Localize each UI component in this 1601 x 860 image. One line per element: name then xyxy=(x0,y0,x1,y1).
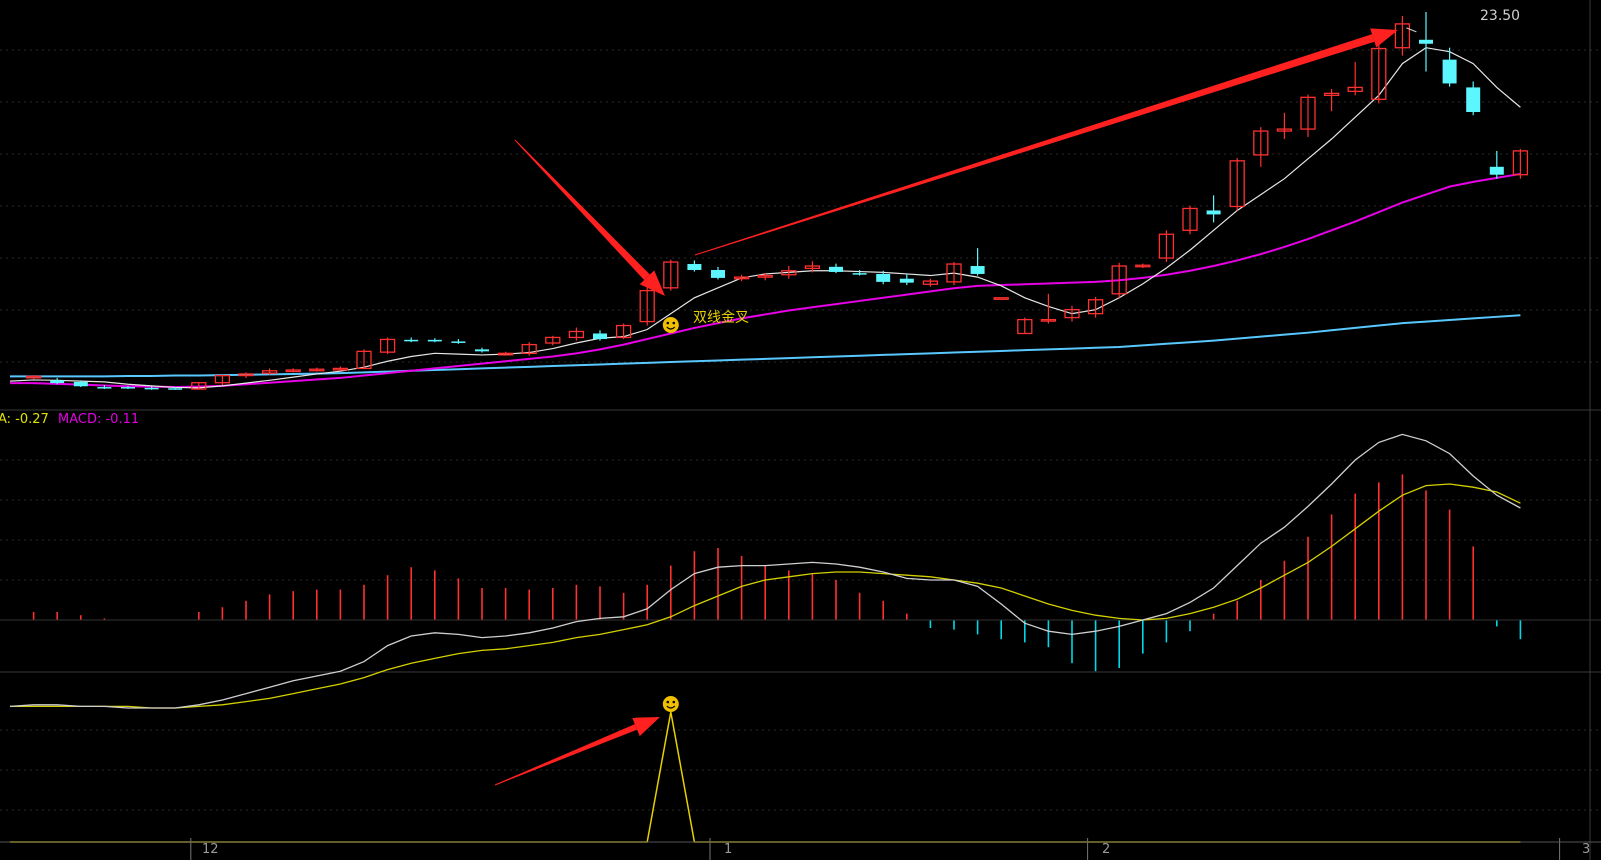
candle-body-down xyxy=(50,380,65,384)
x-tick-label: 2 xyxy=(1102,842,1111,857)
candle-body-down xyxy=(876,273,891,282)
smiley-icon xyxy=(662,696,679,712)
macd-label: MACD: -0.11 xyxy=(58,412,140,427)
candle-body-down xyxy=(168,388,183,390)
candle-body-down xyxy=(427,339,442,342)
candle-body-down xyxy=(687,264,702,270)
candle-body-down xyxy=(852,273,867,275)
candle-body-down xyxy=(475,349,489,352)
candle-body-down xyxy=(711,269,725,278)
chart-background xyxy=(0,0,1601,860)
price-high-label: 23.50 xyxy=(1480,8,1521,24)
candle-body-down xyxy=(1466,87,1481,113)
candle-body-down xyxy=(451,341,466,343)
smiley-eye xyxy=(666,700,670,704)
candle-body-down xyxy=(593,333,607,340)
candle-body-down xyxy=(1206,210,1221,215)
candle-body-down xyxy=(1419,39,1433,44)
candle-body-down xyxy=(1442,59,1457,84)
candle-body-down xyxy=(404,339,419,342)
smiley-eye xyxy=(672,321,676,325)
candle-body-down xyxy=(970,266,985,274)
smiley-eye xyxy=(666,321,670,325)
candle-body-down xyxy=(1489,166,1504,175)
candle-body-down xyxy=(144,387,159,390)
smiley-icon xyxy=(662,317,679,333)
chart-canvas xyxy=(0,0,1601,860)
candle-body-down xyxy=(899,278,914,283)
candle-body-down xyxy=(829,266,843,272)
x-tick-label: 3 xyxy=(1582,842,1591,857)
dea-label: A: -0.27 xyxy=(0,412,49,427)
signal-label: 双线金叉 xyxy=(693,310,749,326)
x-tick-label: 1 xyxy=(724,842,733,857)
candle-body-down xyxy=(73,381,88,387)
candle-body-down xyxy=(97,387,112,389)
x-tick-label: 12 xyxy=(202,842,219,857)
smiley-eye xyxy=(672,700,676,704)
candle-body-down xyxy=(121,387,135,389)
